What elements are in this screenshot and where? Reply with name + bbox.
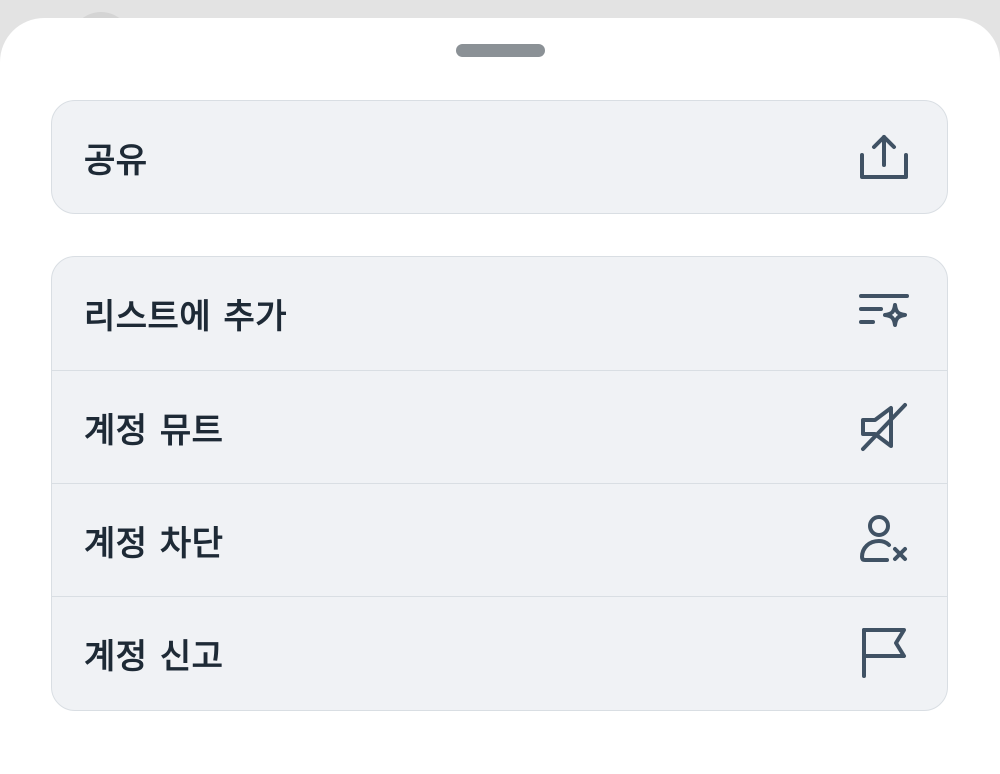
speaker-muted-icon [857, 400, 911, 454]
block-account-label: 계정 차단 [84, 523, 224, 564]
list-add-sparkle-icon [857, 287, 911, 341]
report-account-label: 계정 신고 [84, 636, 224, 677]
sheet-grabber-handle[interactable] [456, 44, 545, 57]
flag-icon [857, 626, 911, 680]
mute-account-button[interactable]: 계정 뮤트 [52, 370, 947, 483]
actions-group: 리스트에 추가 계정 뮤트 계정 차단 계정 신고 [51, 256, 948, 711]
block-account-button[interactable]: 계정 차단 [52, 483, 947, 596]
add-to-list-label: 리스트에 추가 [84, 297, 288, 337]
share-icon [857, 131, 911, 185]
add-to-list-button[interactable]: 리스트에 추가 [52, 257, 947, 370]
report-account-button[interactable]: 계정 신고 [52, 596, 947, 709]
action-sheet: 공유 리스트에 추가 계정 뮤트 계정 차단 계정 신고 [0, 18, 1000, 774]
mute-account-label: 계정 뮤트 [84, 410, 224, 451]
share-group: 공유 [51, 100, 948, 214]
person-block-icon [857, 513, 911, 567]
share-label: 공유 [84, 141, 148, 181]
share-button[interactable]: 공유 [52, 101, 947, 213]
